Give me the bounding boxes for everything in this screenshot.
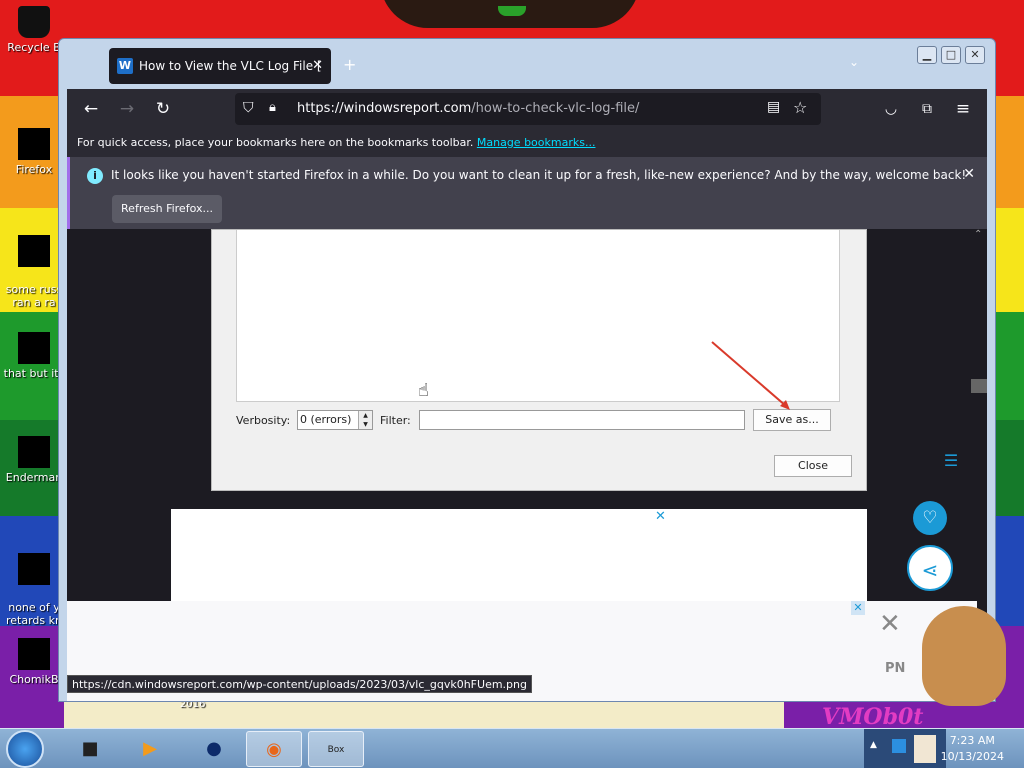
ad-dismiss-x-icon[interactable]: ✕ bbox=[879, 609, 901, 639]
refresh-notification-bar: i It looks like you haven't started Fire… bbox=[67, 157, 987, 229]
desktop-icon-chomikb[interactable]: ChomikB bbox=[2, 638, 66, 686]
forward-arrow-icon[interactable]: → bbox=[117, 99, 137, 119]
minimize-button[interactable]: ▁ bbox=[917, 46, 937, 64]
desktop-icon-label: none of y retards kn bbox=[6, 601, 62, 627]
new-tab-button[interactable]: + bbox=[343, 55, 356, 74]
navigation-toolbar: ← → ↻ ⛉ 🔒︎ https://windowsreport.com/how… bbox=[67, 89, 987, 129]
taskbar-app-vlc-icon[interactable]: ▶ bbox=[122, 731, 178, 767]
close-window-button[interactable]: ✕ bbox=[965, 46, 985, 64]
reload-icon[interactable]: ↻ bbox=[153, 99, 173, 119]
notification-message: It looks like you haven't started Firefo… bbox=[111, 168, 967, 182]
file-icon bbox=[18, 436, 50, 468]
close-button[interactable]: Close bbox=[774, 455, 852, 477]
file-icon bbox=[18, 332, 50, 364]
url-path: /how-to-check-vlc-log-file/ bbox=[471, 101, 640, 116]
share-icon[interactable]: ⋖ bbox=[907, 545, 953, 591]
verbosity-spinbox[interactable]: 0 (errors) ▲ ▼ bbox=[297, 410, 373, 430]
tab-title: How to View the VLC Log File [ bbox=[139, 59, 322, 73]
tab-vlc-log[interactable]: W How to View the VLC Log File [ ✕ bbox=[109, 48, 331, 84]
scroll-up-icon[interactable]: ⌃ bbox=[974, 229, 982, 240]
taskbar-app-terminal-icon[interactable]: ■ bbox=[62, 731, 118, 767]
tray-network-icon[interactable] bbox=[892, 739, 906, 753]
taskbar-app-box-icon[interactable]: Box bbox=[308, 731, 364, 767]
desktop-icon-recycle-bin[interactable]: Recycle B bbox=[2, 6, 66, 54]
heart-icon[interactable]: ♡ bbox=[913, 501, 947, 535]
reader-view-icon[interactable]: ▤ bbox=[767, 99, 780, 115]
pocket-icon[interactable]: ◡ bbox=[881, 99, 901, 119]
filter-label: Filter: bbox=[380, 414, 411, 427]
vlc-messages-screenshot: Verbosity: 0 (errors) ▲ ▼ Filter: Save as… bbox=[211, 229, 867, 491]
desktop-icon-none-of-y[interactable]: none of y retards kn bbox=[2, 540, 66, 640]
taskbar-app-globe-icon[interactable]: ● bbox=[186, 731, 242, 767]
bookmarks-hint: For quick access, place your bookmarks h… bbox=[77, 136, 474, 149]
url-domain: https://windowsreport.com bbox=[297, 101, 472, 116]
clock-time: 7:23 AM bbox=[949, 734, 995, 747]
info-icon: i bbox=[87, 168, 103, 184]
wallpaper-text: VMOb0t bbox=[822, 704, 924, 728]
verbosity-label: Verbosity: bbox=[236, 414, 291, 427]
hamster-sticker bbox=[922, 606, 1006, 706]
url-text[interactable]: https://windowsreport.com/how-to-check-v… bbox=[297, 93, 639, 125]
pn-label: PN bbox=[885, 661, 906, 676]
tab-close-icon[interactable]: ✕ bbox=[312, 48, 323, 84]
taskbar: ■ ▶ ● ◉ Box ▲ 7:23 AM 10/13/2024 bbox=[0, 728, 1024, 768]
desktop-icon-label: that but its bbox=[3, 367, 65, 380]
ad-close-icon[interactable]: ✕ bbox=[655, 509, 666, 524]
menu-hamburger-icon[interactable]: ≡ bbox=[953, 99, 973, 119]
list-tabs-chevron-icon[interactable]: ⌄ bbox=[849, 55, 859, 69]
shield-icon[interactable]: ⛉ bbox=[243, 100, 254, 116]
tray-expand-icon[interactable]: ▲ bbox=[870, 740, 877, 750]
desktop-icon-enderman[interactable]: Enderman bbox=[2, 436, 66, 484]
page-scrollbar[interactable]: ⌃ bbox=[971, 229, 987, 609]
system-tray: ▲ bbox=[864, 729, 946, 768]
desktop-icon-that-but-its[interactable]: that but its bbox=[2, 332, 66, 380]
red-arrow-annotation bbox=[711, 341, 790, 410]
desktop-icon-label: ChomikB bbox=[9, 673, 59, 686]
bookmarks-toolbar: For quick access, place your bookmarks h… bbox=[67, 129, 987, 157]
notification-close-icon[interactable]: ✕ bbox=[963, 166, 975, 182]
hand-cursor-icon: ☝ bbox=[418, 380, 429, 401]
file-icon bbox=[18, 235, 50, 267]
desktop-icon-label: some russ ran a ra bbox=[5, 283, 63, 309]
tab-strip: W How to View the VLC Log File [ ✕ + ⌄ ▁… bbox=[59, 39, 995, 89]
filter-input[interactable] bbox=[419, 410, 745, 430]
lock-icon[interactable]: 🔒︎ bbox=[269, 100, 276, 115]
start-button[interactable] bbox=[6, 730, 44, 768]
wallpaper-drawing bbox=[64, 700, 784, 728]
manage-bookmarks-link[interactable]: Manage bookmarks... bbox=[477, 136, 596, 149]
clock[interactable]: 7:23 AM 10/13/2024 bbox=[941, 733, 1004, 765]
spin-arrows-icon[interactable]: ▲ ▼ bbox=[358, 411, 372, 429]
taskbar-app-firefox-icon[interactable]: ◉ bbox=[246, 731, 302, 767]
page-content: Verbosity: 0 (errors) ▲ ▼ Filter: Save as… bbox=[67, 229, 987, 701]
bottom-ad-close-icon[interactable]: ✕ bbox=[851, 601, 865, 615]
firefox-window: W How to View the VLC Log File [ ✕ + ⌄ ▁… bbox=[58, 38, 996, 702]
back-arrow-icon[interactable]: ← bbox=[81, 99, 101, 119]
desktop-icon-label: Firefox bbox=[15, 163, 53, 176]
url-bar[interactable]: ⛉ 🔒︎ https://windowsreport.com/how-to-ch… bbox=[235, 93, 821, 125]
hamster-icon bbox=[18, 638, 50, 670]
windowsreport-favicon-icon: W bbox=[117, 58, 133, 74]
extensions-icon[interactable]: ⧉ bbox=[917, 99, 937, 119]
clock-date: 10/13/2024 bbox=[940, 750, 1004, 763]
desktop-icon-firefox[interactable]: Firefox bbox=[2, 128, 66, 176]
maximize-button[interactable]: □ bbox=[941, 46, 961, 64]
firefox-icon bbox=[18, 128, 50, 160]
bookmark-star-icon[interactable]: ☆ bbox=[793, 98, 807, 117]
desktop-icon-label: Enderman bbox=[5, 471, 63, 484]
refresh-firefox-button[interactable]: Refresh Firefox... bbox=[112, 195, 222, 223]
tray-app-icon[interactable] bbox=[914, 735, 936, 763]
desktop-icon-russ[interactable]: some russ ran a ra bbox=[2, 222, 66, 322]
verbosity-value: 0 (errors) bbox=[300, 413, 352, 426]
toc-list-icon[interactable]: ☰ bbox=[941, 451, 961, 471]
file-icon bbox=[18, 553, 50, 585]
scrollbar-thumb[interactable] bbox=[971, 379, 987, 393]
wallpaper-eye bbox=[498, 6, 526, 16]
status-link-preview: https://cdn.windowsreport.com/wp-content… bbox=[67, 675, 532, 693]
desktop-icon-label: Recycle B bbox=[7, 41, 61, 54]
recycle-bin-icon bbox=[18, 6, 50, 38]
